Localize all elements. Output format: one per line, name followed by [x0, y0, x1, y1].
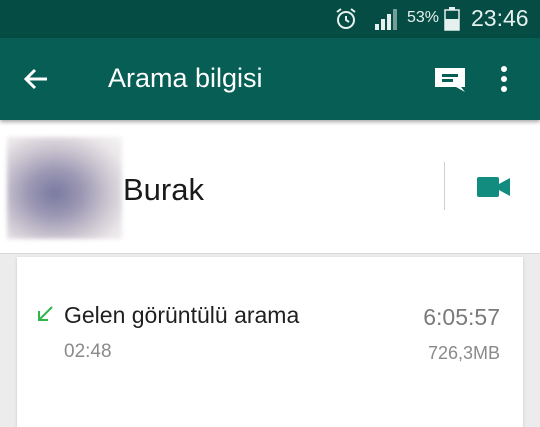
more-vert-icon[interactable] [494, 63, 514, 95]
call-data-size: 726,3MB [427, 343, 500, 363]
contact-name: Burak [123, 172, 204, 207]
video-call-icon[interactable] [476, 175, 512, 199]
alarm-icon [334, 7, 358, 36]
signal-icon [373, 7, 399, 36]
status-bar: 53% 23:46 [0, 0, 540, 38]
call-time: 6:05:57 [423, 304, 500, 330]
divider [444, 162, 445, 210]
battery-icon [444, 7, 460, 36]
back-arrow-icon[interactable] [22, 65, 50, 93]
avatar[interactable] [7, 137, 122, 239]
incoming-arrow-icon [35, 304, 55, 324]
app-bar: Arama bilgisi [0, 38, 540, 120]
call-history-card: Gelen görüntülü arama 6:05:57 02:48 726,… [17, 257, 523, 427]
call-duration: 02:48 [64, 341, 112, 362]
contact-card[interactable]: Burak [0, 120, 540, 254]
page-title: Arama bilgisi [108, 63, 263, 93]
call-type: Gelen görüntülü arama [64, 302, 300, 328]
status-clock: 23:46 [471, 5, 529, 31]
message-icon[interactable] [432, 65, 468, 93]
battery-percent: 53% [407, 9, 440, 26]
